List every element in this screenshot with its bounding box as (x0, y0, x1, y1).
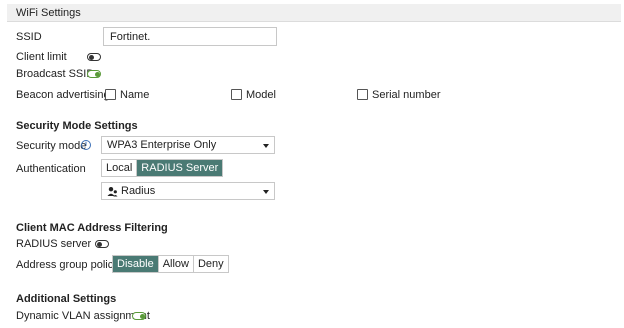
radius-server-select[interactable]: Radius (101, 182, 275, 200)
beacon-model-checkbox[interactable] (231, 89, 242, 100)
radius-server-label: RADIUS server (16, 238, 92, 250)
ssid-input[interactable] (103, 27, 277, 46)
beacon-name-label: Name (120, 89, 150, 101)
address-group-policy-segmented-control: Disable Allow Deny (112, 255, 229, 273)
security-mode-value: WPA3 Enterprise Only (107, 139, 217, 151)
toggle-knob (88, 54, 94, 60)
policy-option-deny[interactable]: Deny (194, 256, 228, 272)
policy-option-allow[interactable]: Allow (159, 256, 194, 272)
beacon-advertising-label: Beacon advertising (16, 89, 110, 101)
toggle-knob (96, 241, 102, 247)
policy-option-disable[interactable]: Disable (113, 256, 159, 272)
beacon-model-label: Model (246, 89, 276, 101)
beacon-name-checkbox[interactable] (105, 89, 116, 100)
ssid-label: SSID (16, 31, 42, 43)
info-icon[interactable]: i (81, 140, 91, 150)
beacon-serial-checkbox[interactable] (357, 89, 368, 100)
dynamic-vlan-label: Dynamic VLAN assignment (16, 310, 150, 322)
toggle-knob (139, 313, 145, 319)
wifi-settings-header: WiFi Settings (7, 4, 621, 22)
auth-option-local[interactable]: Local (102, 160, 138, 176)
auth-option-radius-server[interactable]: RADIUS Server (137, 160, 223, 176)
section-title-security-mode: Security Mode Settings (16, 120, 138, 132)
section-title-additional-settings: Additional Settings (16, 293, 117, 305)
authentication-label: Authentication (16, 163, 86, 175)
client-limit-label: Client limit (16, 51, 67, 63)
toggle-knob (94, 71, 100, 77)
address-group-policy-label: Address group policy (16, 259, 119, 271)
security-mode-label: Security mode (16, 140, 87, 152)
chevron-down-icon (263, 190, 269, 194)
broadcast-ssid-label: Broadcast SSID (16, 68, 95, 80)
section-title-mac-filtering: Client MAC Address Filtering (16, 222, 168, 234)
chevron-down-icon (263, 144, 269, 148)
dynamic-vlan-toggle[interactable] (132, 312, 146, 320)
broadcast-ssid-toggle[interactable] (87, 70, 101, 78)
radius-server-toggle[interactable] (95, 240, 109, 248)
client-limit-toggle[interactable] (87, 53, 101, 61)
radius-server-value: Radius (121, 185, 156, 197)
user-group-icon (107, 187, 118, 197)
beacon-serial-label: Serial number (372, 89, 441, 101)
authentication-segmented-control: Local RADIUS Server (101, 159, 224, 177)
section-title-wifi-settings: WiFi Settings (16, 7, 81, 19)
security-mode-select[interactable]: WPA3 Enterprise Only (101, 136, 275, 154)
